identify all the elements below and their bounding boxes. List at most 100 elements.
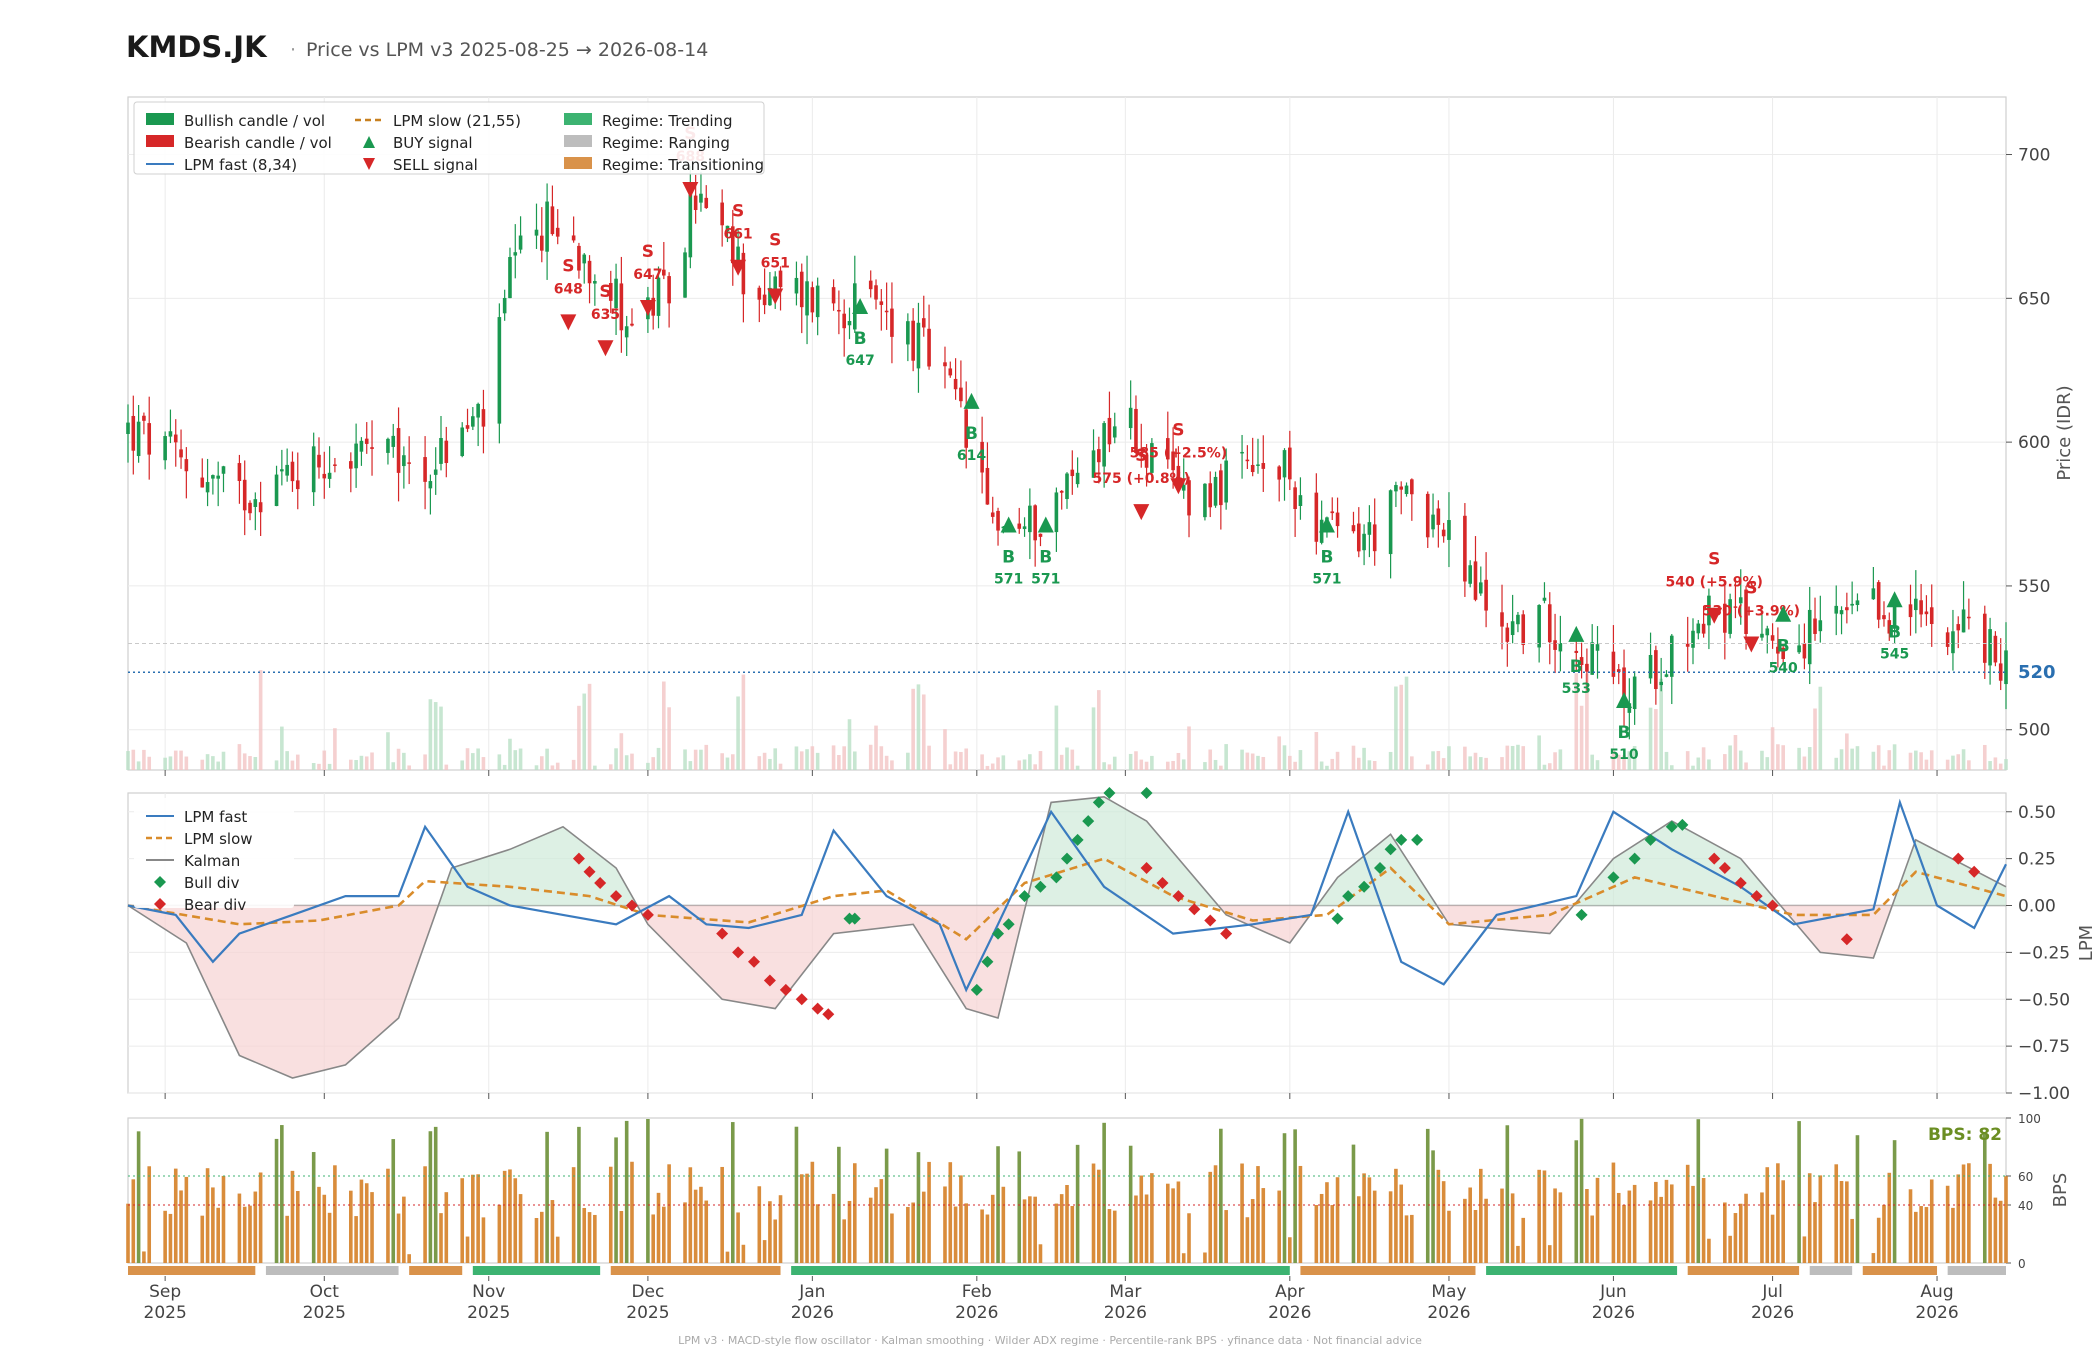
bps-bar: [704, 1200, 709, 1263]
bear-candle: [1813, 618, 1817, 634]
bull-candle: [1028, 505, 1032, 533]
bull-candle: [1961, 609, 1966, 633]
lpm-tick-label: −0.75: [2018, 1037, 2070, 1057]
volume-bar: [290, 760, 295, 770]
bear-candle: [996, 510, 1000, 531]
bear-candle: [1770, 635, 1775, 641]
bull-candle: [1224, 460, 1228, 503]
volume-bar: [1542, 764, 1547, 770]
bear-candle: [630, 323, 634, 326]
bps-bar: [948, 1162, 953, 1263]
price-tick-label: 550: [2018, 577, 2050, 597]
bps-bar: [773, 1219, 778, 1263]
bps-bar: [624, 1120, 629, 1263]
bps-bar: [852, 1163, 857, 1263]
bps-bar: [1038, 1244, 1043, 1263]
bps-bar: [1622, 1204, 1626, 1263]
bear-candle: [1473, 561, 1478, 600]
bear-candle: [1882, 615, 1886, 620]
volume-bar: [248, 756, 252, 770]
bear-candle: [874, 285, 878, 300]
bps-bar: [1097, 1169, 1101, 1263]
bull-candle: [593, 280, 597, 284]
bps-bar: [1293, 1129, 1297, 1263]
bps-bar: [1696, 1119, 1701, 1263]
bear-candle: [290, 461, 295, 482]
legend-label: Regime: Ranging: [602, 134, 730, 152]
bps-bar: [1431, 1150, 1435, 1263]
bear-candle: [884, 310, 889, 313]
bps-bar: [757, 1186, 762, 1263]
month-label: May: [1431, 1282, 1466, 1302]
buy-signal-letter: B: [965, 424, 978, 444]
volume-bar: [1399, 684, 1404, 770]
buy-signal-letter: B: [1618, 723, 1631, 743]
bear-candle: [757, 287, 762, 300]
bps-bar: [1298, 1165, 1303, 1263]
footer-note: LPM v3 · MACD-style flow oscillator · Ka…: [678, 1334, 1422, 1347]
volume-bar: [354, 760, 358, 770]
bps-bar: [1250, 1199, 1255, 1263]
bps-bar: [497, 1204, 502, 1263]
bps-bar: [614, 1137, 618, 1263]
bps-bar: [248, 1205, 252, 1263]
bps-bar: [1330, 1205, 1335, 1263]
volume-bar: [1176, 752, 1181, 770]
bear-candle: [1521, 614, 1526, 645]
volume-bar: [476, 748, 480, 770]
volume-bar: [1107, 764, 1112, 770]
volume-bar: [1288, 755, 1292, 770]
bear-candle: [179, 449, 183, 458]
bear-candle: [890, 308, 894, 337]
bull-candle: [1738, 597, 1743, 604]
volume-bar: [1648, 707, 1653, 770]
volume-bar: [1813, 708, 1817, 770]
buy-signal-price: 614: [957, 448, 986, 464]
volume-bar: [720, 753, 724, 770]
bear-candle: [1956, 624, 1961, 631]
bps-bar: [921, 1191, 926, 1263]
volume-bar: [508, 738, 512, 770]
bear-candle: [407, 462, 411, 464]
bear-candle: [1654, 650, 1658, 690]
year-label: 2025: [467, 1303, 510, 1323]
bps-bar: [428, 1131, 433, 1263]
bull-candle: [433, 469, 438, 475]
buy-signal-letter: B: [854, 329, 867, 349]
legend-label: LPM slow (21,55): [393, 112, 521, 130]
lpm-axis-title: LPM: [2076, 925, 2097, 961]
bear-candle: [539, 235, 544, 251]
bear-candle: [704, 197, 709, 209]
volume-bar: [593, 765, 597, 770]
volume-bar: [1579, 705, 1584, 770]
bull-candle: [428, 481, 433, 489]
volume-bar: [1484, 757, 1488, 770]
bps-bar: [1134, 1195, 1138, 1263]
volume-bar: [1256, 755, 1260, 770]
bear-candle: [370, 447, 374, 449]
volume-bar: [890, 760, 894, 770]
price-tick-label: 700: [2018, 146, 2050, 166]
bear-candle: [1876, 582, 1881, 620]
bps-bar: [1144, 1194, 1149, 1263]
lpm-tick-label: 0.25: [2018, 850, 2056, 870]
bull-candle: [513, 252, 518, 256]
bps-bar: [285, 1215, 289, 1263]
volume-bar: [216, 761, 220, 770]
last-price-label: 520: [2018, 662, 2056, 683]
legend-swatch: [146, 113, 174, 125]
bps-bar: [1410, 1214, 1414, 1263]
bps-bar: [242, 1206, 247, 1263]
bear-candle: [1585, 663, 1589, 672]
volume-bar: [550, 765, 555, 770]
volume-bar: [163, 757, 167, 770]
price-legend: Bullish candle / vol Bearish candle / vol…: [133, 101, 765, 175]
volume-bar: [1696, 757, 1701, 770]
bps-bar: [1627, 1190, 1632, 1263]
lpm-tick-label: 0.50: [2018, 803, 2056, 823]
year-label: 2026: [1268, 1303, 1311, 1323]
volume-bar: [1282, 745, 1287, 770]
volume-bar: [1425, 764, 1430, 770]
bps-bar: [1282, 1133, 1287, 1263]
legend-swatch: [564, 135, 592, 147]
